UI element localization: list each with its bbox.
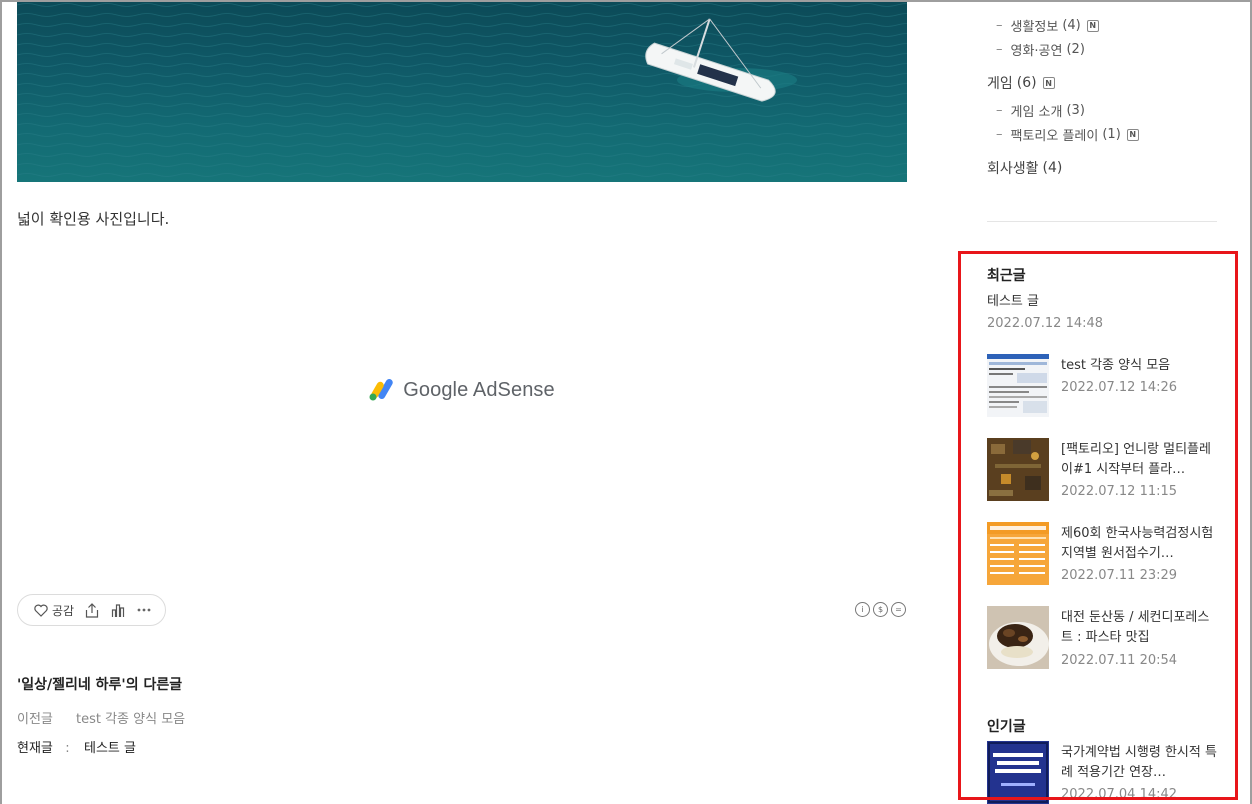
recent-post-title[interactable]: [팩토리오] 언니랑 멀티플레이#1 시작부터 플라… <box>1061 440 1221 480</box>
related-posts-title: '일상/젤리네 하루'의 다른글 <box>17 677 183 693</box>
like-button[interactable]: 공감 <box>33 602 74 619</box>
adsense-logo: Google AdSense <box>369 379 555 402</box>
like-label: 공감 <box>52 603 75 618</box>
new-badge: N <box>1086 19 1099 32</box>
category-item[interactable]: 게임 소개 (3) <box>996 101 1085 120</box>
popular-post-date: 2022.07.04 14:42 <box>1061 787 1178 802</box>
prev-post-label: 이전글 <box>17 712 53 727</box>
category-count: (6) <box>1016 75 1037 91</box>
category-name: 생활정보 <box>1010 20 1059 35</box>
sailboat-photo <box>17 0 907 182</box>
cc-nc-icon: $ <box>873 602 888 617</box>
stats-icon[interactable] <box>110 602 126 618</box>
recent-post-thumbnail[interactable] <box>987 522 1049 585</box>
recent-post-thumbnail[interactable] <box>987 354 1049 417</box>
category-count: (3) <box>1066 103 1085 118</box>
category-item[interactable]: 영화·공연 (2) <box>996 40 1085 59</box>
current-post-sep: : <box>65 741 70 756</box>
popular-post-title[interactable]: 국가계약법 시행령 한시적 특례 적용기간 연장… <box>1061 743 1221 783</box>
recent-post-title[interactable]: 대전 둔산동 / 세컨디포레스트 : 파스타 맛집 <box>1061 608 1221 648</box>
prev-post-row: 이전글 test 각종 양식 모음 <box>17 708 185 727</box>
recent-posts-title: 최근글 <box>987 268 1026 284</box>
recent-post-title[interactable]: 제60회 한국사능력검정시험 지역별 원서접수기… <box>1061 524 1221 564</box>
new-badge: N <box>1042 77 1055 89</box>
new-badge: N <box>1126 128 1139 141</box>
category-count: (4) <box>1042 160 1063 176</box>
recent-post-title[interactable]: 테스트 글 <box>987 292 1039 312</box>
recent-post-date: 2022.07.12 11:15 <box>1061 484 1178 499</box>
recent-post-date: 2022.07.11 20:54 <box>1061 653 1178 668</box>
post-hero-image <box>17 0 907 182</box>
heart-icon <box>33 602 49 618</box>
category-count: (4) <box>1062 18 1081 33</box>
current-post-link[interactable]: 테스트 글 <box>84 741 136 756</box>
recent-post-thumbnail[interactable] <box>987 606 1049 669</box>
category-name: 팩토리오 플레이 <box>1010 129 1099 144</box>
category-name: 영화·공연 <box>1010 44 1063 59</box>
recent-post-thumbnail[interactable] <box>987 438 1049 501</box>
reaction-bar: 공감 <box>17 594 166 626</box>
ad-placeholder: Google AdSense <box>17 340 907 440</box>
recent-post-date: 2022.07.12 14:48 <box>987 316 1104 331</box>
popular-post-thumbnail[interactable] <box>987 741 1049 804</box>
category-count: (2) <box>1066 42 1085 57</box>
adsense-icon <box>369 379 393 401</box>
category-name: 게임 <box>987 76 1013 92</box>
category-item[interactable]: 생활정보 (4) N <box>996 16 1099 35</box>
post-caption: 넓이 확인용 사진입니다. <box>17 210 170 228</box>
more-icon[interactable] <box>136 602 152 618</box>
category-count: (1) <box>1102 127 1121 142</box>
category-item[interactable]: 회사생활 (4) <box>987 158 1062 178</box>
recent-post-date: 2022.07.11 23:29 <box>1061 568 1178 583</box>
prev-post-link[interactable]: test 각종 양식 모음 <box>76 712 185 727</box>
recent-post-title[interactable]: test 각종 양식 모음 <box>1061 356 1221 376</box>
adsense-label: Google AdSense <box>403 378 555 401</box>
category-name: 회사생활 <box>987 161 1039 177</box>
category-item[interactable]: 팩토리오 플레이 (1) N <box>996 125 1139 144</box>
current-post-row: 현재글: 테스트 글 <box>17 737 136 756</box>
category-name: 게임 소개 <box>1010 105 1063 120</box>
popular-posts-title: 인기글 <box>987 719 1026 735</box>
category-item[interactable]: 게임 (6) N <box>987 73 1055 93</box>
sidebar-divider <box>987 221 1217 222</box>
cc-nd-icon: = <box>891 602 906 617</box>
current-post-label: 현재글 <box>17 741 53 756</box>
license-icons: i $ = <box>855 602 906 617</box>
cc-by-icon: i <box>855 602 870 617</box>
recent-post-date: 2022.07.12 14:26 <box>1061 380 1178 395</box>
share-icon[interactable] <box>84 602 100 618</box>
